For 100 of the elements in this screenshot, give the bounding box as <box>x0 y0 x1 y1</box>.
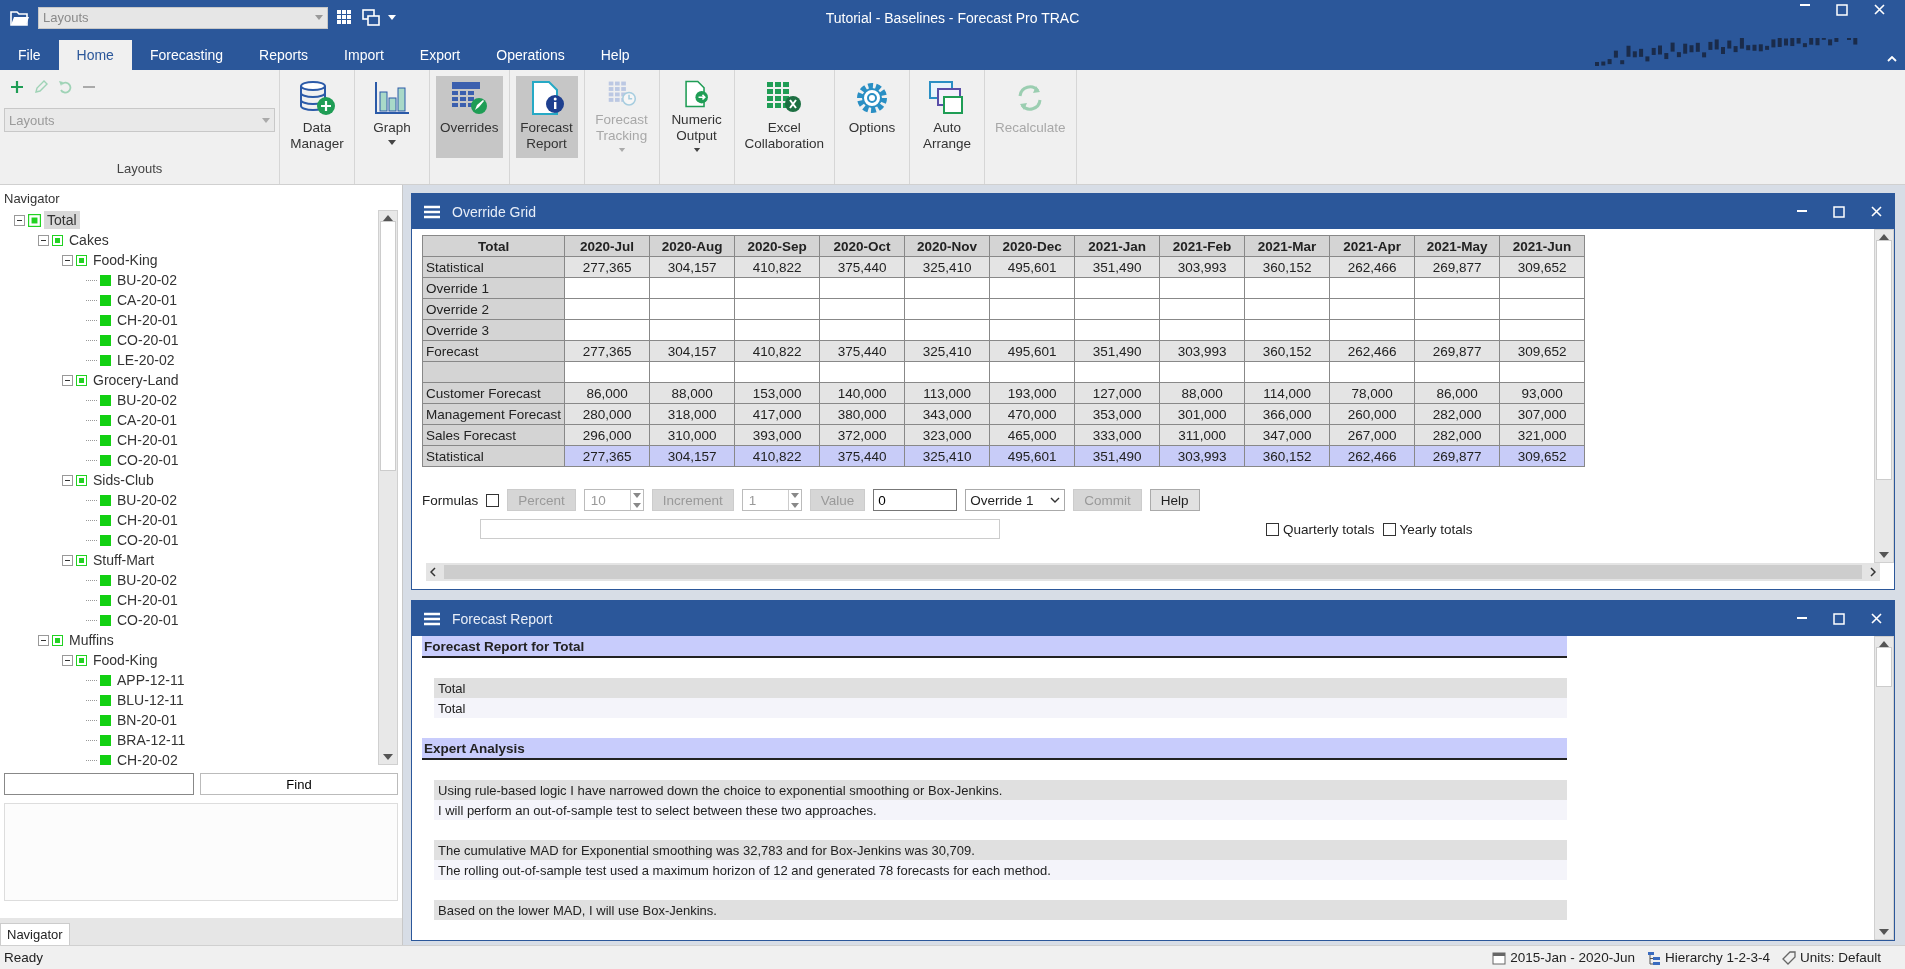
scroll-thumb[interactable] <box>1876 647 1892 687</box>
scroll-down-icon[interactable] <box>383 754 393 760</box>
ribbon-button[interactable]: Numeric Output <box>665 76 728 158</box>
collapse-icon[interactable] <box>62 554 73 566</box>
collapse-icon[interactable] <box>14 214 25 226</box>
folder-icon[interactable] <box>10 9 30 26</box>
folder-status-icon <box>52 234 63 246</box>
tree-item[interactable]: CH-20-01 <box>114 311 181 329</box>
ribbon-button[interactable]: Auto Arrange <box>916 76 979 158</box>
ribbon-tab[interactable]: Operations <box>478 40 583 70</box>
scroll-left-icon[interactable] <box>430 567 436 577</box>
tree-item[interactable]: CH-20-01 <box>114 511 181 529</box>
ribbon-tab[interactable]: Help <box>582 40 648 70</box>
collapse-icon[interactable] <box>62 254 73 266</box>
tree-item[interactable]: BU-20-02 <box>114 271 180 289</box>
collapse-icon[interactable] <box>62 474 73 486</box>
column-header: 2021-Mar <box>1244 235 1330 257</box>
menu-icon[interactable] <box>424 611 440 626</box>
tree-item[interactable]: Stuff-Mart <box>90 551 158 569</box>
vertical-scrollbar[interactable] <box>1874 636 1894 940</box>
tree-item[interactable]: BN-20-01 <box>114 711 180 729</box>
tree-item[interactable]: Total <box>44 211 80 229</box>
vertical-scrollbar[interactable] <box>378 210 398 765</box>
windows-icon[interactable] <box>362 8 380 27</box>
ribbon-button[interactable]: Data Manager <box>286 76 348 158</box>
tree-item[interactable]: BLU-12-11 <box>114 691 187 709</box>
tree-item[interactable]: CA-20-01 <box>114 291 180 309</box>
checkbox[interactable] <box>1382 522 1396 536</box>
tree-item[interactable]: Food-King <box>90 651 161 669</box>
maximize-icon[interactable] <box>1833 205 1845 218</box>
ribbon-button[interactable]: Excel Collaboration <box>740 76 829 158</box>
ribbon-tab[interactable]: Forecasting <box>131 40 242 70</box>
ribbon-button[interactable]: Overrides <box>436 76 503 158</box>
ribbon-tab[interactable]: File <box>0 40 59 70</box>
collapse-ribbon-icon[interactable] <box>1887 56 1897 62</box>
spin-down-icon <box>632 502 641 508</box>
find-field[interactable] <box>4 773 194 795</box>
row-label: Sales Forecast <box>422 424 565 446</box>
checkbox[interactable] <box>486 493 500 507</box>
ribbon-tab[interactable]: Export <box>401 40 479 70</box>
scroll-right-icon[interactable] <box>1870 567 1876 577</box>
tree-item[interactable]: CA-20-01 <box>114 411 180 429</box>
minimize-icon[interactable] <box>1797 210 1807 213</box>
tree-item[interactable]: Food-King <box>90 251 161 269</box>
column-header: 2021-Jun <box>1499 235 1585 257</box>
spin-down-icon <box>790 502 799 508</box>
comment-field[interactable] <box>480 519 1000 539</box>
tree-item[interactable]: LE-20-02 <box>114 351 178 369</box>
tree-item[interactable]: CH-20-01 <box>114 591 181 609</box>
override-dropdown[interactable]: Override 1 <box>965 489 1066 511</box>
minimize-icon[interactable] <box>1800 4 1810 7</box>
ribbon-button[interactable]: Forecast Report <box>515 76 578 158</box>
tree-item[interactable]: CO-20-01 <box>114 531 182 549</box>
scroll-thumb[interactable] <box>1876 240 1892 480</box>
horizontal-scrollbar[interactable] <box>426 563 1880 581</box>
find-button[interactable]: Find <box>200 773 398 795</box>
tree-item[interactable]: BU-20-02 <box>114 391 180 409</box>
ribbon-tab[interactable]: Home <box>58 40 132 70</box>
collapse-icon[interactable] <box>62 654 73 666</box>
column-header: 2021-Feb <box>1159 235 1245 257</box>
tree-item[interactable]: BU-20-02 <box>114 571 180 589</box>
tree-item[interactable]: CH-20-01 <box>114 431 181 449</box>
tree-item[interactable]: APP-12-11 <box>114 671 188 689</box>
tree-item[interactable]: BU-20-02 <box>114 491 180 509</box>
menu-icon[interactable] <box>424 204 440 219</box>
folder-status-icon <box>76 474 87 486</box>
close-icon[interactable] <box>1871 613 1882 624</box>
grid-icon[interactable] <box>336 8 354 27</box>
tree-item[interactable]: Sids-Club <box>90 471 157 489</box>
maximize-icon[interactable] <box>1836 4 1848 16</box>
tree-item[interactable]: CO-20-01 <box>114 451 182 469</box>
tree-item[interactable]: Cakes <box>66 231 112 249</box>
ribbon-button[interactable]: Graph <box>361 76 423 158</box>
ribbon-tab[interactable]: Reports <box>241 40 327 70</box>
help-button[interactable]: Help <box>1149 489 1200 511</box>
tree-item[interactable]: CO-20-01 <box>114 611 182 629</box>
maximize-icon[interactable] <box>1833 612 1845 625</box>
close-icon[interactable] <box>1874 4 1885 15</box>
scroll-down-icon[interactable] <box>1879 929 1889 935</box>
close-icon[interactable] <box>1871 206 1882 217</box>
hierarchy-label: Hierarchy 1-2-3-4 <box>1664 950 1770 965</box>
tree-item[interactable]: Muffins <box>66 631 117 649</box>
vertical-scrollbar[interactable] <box>1874 229 1894 563</box>
column-header: 2020-Aug <box>649 235 735 257</box>
scroll-thumb[interactable] <box>380 221 396 471</box>
checkbox[interactable] <box>1266 522 1279 536</box>
collapse-icon[interactable] <box>62 374 73 386</box>
add-icon[interactable] <box>10 80 24 94</box>
panel-tab[interactable]: Navigator <box>0 923 70 945</box>
ribbon-button[interactable]: Options <box>841 76 904 158</box>
tree-item[interactable]: CO-20-01 <box>114 331 182 349</box>
collapse-icon[interactable] <box>38 634 49 646</box>
scroll-down-icon[interactable] <box>1879 552 1889 558</box>
collapse-icon[interactable] <box>38 234 49 246</box>
tree-item[interactable]: CH-20-02 <box>114 751 181 765</box>
tree-item[interactable]: BRA-12-11 <box>114 731 189 749</box>
ribbon-tab[interactable]: Import <box>326 40 402 70</box>
tree-item[interactable]: Grocery-Land <box>90 371 182 389</box>
minimize-icon[interactable] <box>1797 617 1807 620</box>
value-field[interactable]: 0 <box>873 489 958 511</box>
